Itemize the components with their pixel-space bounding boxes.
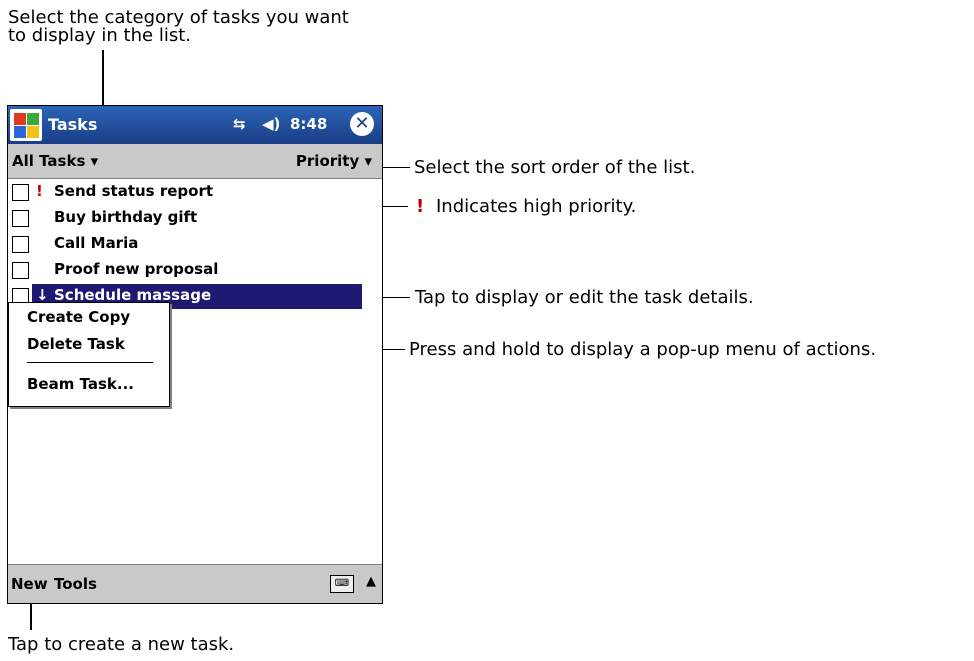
filter-toolbar: All Tasks ▾ Priority ▾ — [8, 144, 382, 179]
close-icon[interactable]: ✕ — [350, 112, 374, 136]
command-bar: New Tools ⌨ ▲ — [8, 564, 382, 603]
new-button[interactable]: New — [11, 575, 48, 593]
clock[interactable]: 8:48 — [290, 115, 327, 133]
keyboard-icon[interactable]: ⌨ — [330, 575, 354, 593]
sort-dropdown[interactable]: Priority ▾ — [296, 152, 372, 170]
menu-item-beam-task[interactable]: Beam Task... — [27, 375, 134, 393]
context-menu: Create Copy Delete Task Beam Task... — [8, 302, 170, 407]
priority-legend-mark: ! — [416, 196, 425, 217]
task-row[interactable]: Buy birthday gift — [8, 206, 382, 231]
callout-new: Tap to create a new task. — [8, 634, 235, 655]
task-row[interactable]: ! Send status report — [8, 180, 382, 205]
menu-separator — [27, 362, 153, 363]
task-row[interactable]: Proof new proposal — [8, 258, 382, 283]
task-checkbox[interactable] — [12, 236, 29, 253]
callout-sort: Select the sort order of the list. — [414, 157, 696, 178]
callout-details: Tap to display or edit the task details. — [415, 287, 754, 308]
task-checkbox[interactable] — [12, 184, 29, 201]
input-arrow-icon[interactable]: ▲ — [366, 574, 376, 589]
task-checkbox[interactable] — [12, 210, 29, 227]
callout-popup: Press and hold to display a pop-up menu … — [409, 339, 877, 360]
priority-icon: ! — [36, 182, 43, 200]
category-arrow-icon: ▾ — [90, 152, 99, 170]
task-label: Send status report — [54, 182, 214, 200]
category-dropdown[interactable]: All Tasks ▾ — [12, 152, 98, 170]
connectivity-icon[interactable]: ⇆ — [233, 115, 246, 133]
start-menu-icon[interactable] — [10, 109, 42, 141]
volume-icon[interactable]: ◀) — [262, 115, 280, 133]
task-checkbox[interactable] — [12, 262, 29, 279]
sort-label: Priority — [295, 152, 360, 170]
title-bar: Tasks ⇆ ◀) 8:48 ✕ — [8, 106, 382, 144]
menu-item-create-copy[interactable]: Create Copy — [27, 308, 130, 326]
callout-priority: Indicates high priority. — [436, 196, 637, 217]
sort-arrow-icon: ▾ — [364, 152, 372, 170]
task-label: Proof new proposal — [54, 260, 219, 278]
category-label: All Tasks — [12, 152, 86, 170]
pocket-pc-screen: Tasks ⇆ ◀) 8:48 ✕ All Tasks ▾ Priority ▾… — [7, 105, 383, 604]
callout-category-line2: to display in the list. — [8, 25, 191, 46]
tools-menu[interactable]: Tools — [54, 575, 97, 593]
task-label: Buy birthday gift — [54, 208, 198, 226]
menu-item-delete-task[interactable]: Delete Task — [27, 335, 125, 353]
task-row[interactable]: Call Maria — [8, 232, 382, 257]
task-label: Call Maria — [54, 234, 139, 252]
app-title: Tasks — [48, 115, 98, 134]
